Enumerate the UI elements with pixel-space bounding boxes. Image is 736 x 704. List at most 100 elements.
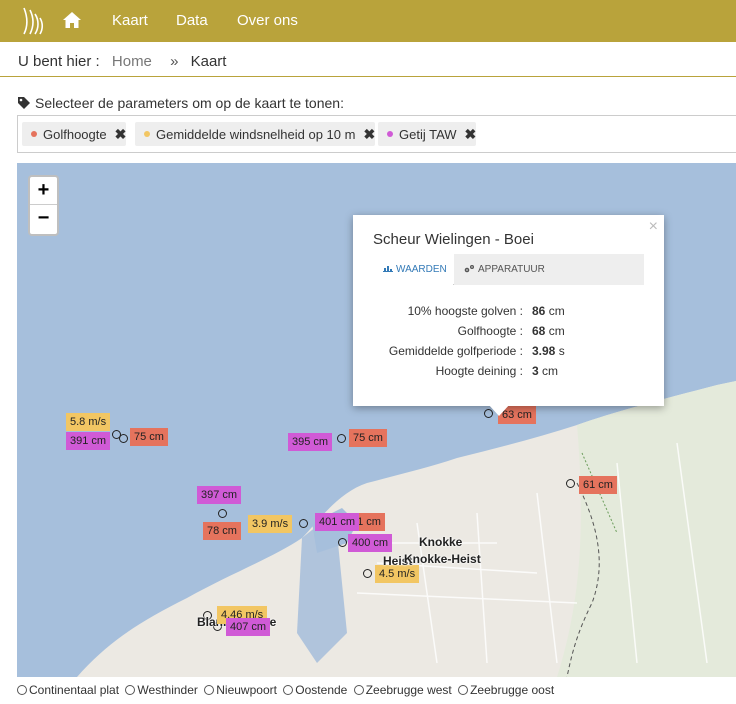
tab-label: APPARATUUR <box>478 264 545 275</box>
zoom-in-button[interactable]: + <box>30 177 57 205</box>
parameters-title: Selecteer de parameters om op de kaart t… <box>17 95 344 111</box>
chip-windsnelheid: Gemiddelde windsnelheid op 10 m ✖ <box>135 122 376 146</box>
chip-golfhoogte: Golfhoogte ✖ <box>22 122 127 146</box>
value-unit: cm <box>548 324 565 338</box>
station-marker[interactable] <box>218 509 227 518</box>
logo-icon[interactable] <box>18 4 50 38</box>
chip-color-dot <box>31 131 37 137</box>
station-radio-continentaal-plat[interactable]: Continentaal plat <box>17 683 119 697</box>
popup-tip <box>488 404 510 416</box>
station-label: Westhinder <box>137 683 198 697</box>
value-number: 68 <box>532 324 546 338</box>
radio-icon <box>353 685 364 695</box>
value-row: 10% hoogste golven : 86 cm <box>353 301 664 321</box>
breadcrumb: U bent hier : Home » Kaart <box>18 53 226 70</box>
tab-apparatuur[interactable]: APPARATUUR <box>454 254 644 285</box>
map-label-wind: 3.9 m/s <box>248 515 293 533</box>
map-label-tide: 395 cm <box>288 433 333 451</box>
nav-link-data[interactable]: Data <box>176 12 208 29</box>
tab-waarden[interactable]: WAARDEN <box>373 254 453 285</box>
chip-getij-taw: Getij TAW ✖ <box>378 122 477 146</box>
tab-label: WAARDEN <box>396 264 447 275</box>
radio-icon <box>17 685 27 695</box>
value-unit: cm <box>542 364 559 378</box>
station-label: Continentaal plat <box>29 683 120 697</box>
breadcrumb-separator: » <box>170 53 179 70</box>
nav-link-over-ons[interactable]: Over ons <box>237 12 298 29</box>
home-icon[interactable] <box>62 10 82 30</box>
bar-chart-icon <box>383 266 393 272</box>
station-label: Zeebrugge west <box>365 683 452 697</box>
map-label-wave: 75 cm <box>130 428 168 446</box>
station-radio-nieuwpoort[interactable]: Nieuwpoort <box>204 683 277 697</box>
radio-icon <box>204 685 215 695</box>
parameters-title-text: Selecteer de parameters om op de kaart t… <box>35 95 344 111</box>
zoom-control: + − <box>28 175 59 236</box>
station-radio-zeebrugge-oost[interactable]: Zeebrugge oost <box>458 683 554 697</box>
map-label-tide: 407 cm <box>226 618 271 636</box>
station-radio-zeebrugge-west[interactable]: Zeebrugge west <box>353 683 452 697</box>
map-label-wave: 75 cm <box>349 429 387 447</box>
breadcrumb-current: Kaart <box>190 53 227 70</box>
value-label: 10% hoogste golven : <box>407 304 523 318</box>
popup-values: 10% hoogste golven : 86 cm Golfhoogte : … <box>353 301 664 381</box>
breadcrumb-home-link[interactable]: Home <box>112 53 152 70</box>
value-row: Gemiddelde golfperiode : 3.98 s <box>353 341 664 361</box>
parameters-select[interactable]: Golfhoogte ✖ Gemiddelde windsnelheid op 1… <box>17 115 736 153</box>
value-label: Hoogte deining : <box>435 364 523 378</box>
value-label: Gemiddelde golfperiode : <box>388 344 523 358</box>
station-label: Zeebrugge oost <box>470 683 555 697</box>
map-label-tide: 400 cm <box>348 534 393 552</box>
value-row: Golfhoogte : 68 cm <box>353 321 664 341</box>
zoom-out-button[interactable]: − <box>30 205 57 233</box>
map-label-tide: 401 cm <box>315 513 360 531</box>
close-icon[interactable]: × <box>649 218 658 236</box>
place-label: Knokke-Heist <box>404 552 481 566</box>
radio-icon <box>283 685 294 695</box>
navbar: Kaart Data Over ons <box>0 0 736 42</box>
value-unit: s <box>558 344 565 358</box>
station-marker[interactable] <box>363 569 372 578</box>
value: 86 cm <box>532 301 565 321</box>
chip-label: Gemiddelde windsnelheid op 10 m <box>156 127 356 142</box>
tag-icon <box>18 97 30 109</box>
popup-title: Scheur Wielingen - Boei <box>373 231 534 248</box>
divider <box>0 76 736 77</box>
remove-chip-icon[interactable]: ✖ <box>363 122 375 146</box>
map-label-wave: 78 cm <box>203 522 241 540</box>
value-unit: cm <box>548 304 565 318</box>
station-label: Oostende <box>295 683 348 697</box>
map-label-wind: 5.8 m/s <box>66 413 111 431</box>
value-number: 3 <box>532 364 539 378</box>
station-marker[interactable] <box>119 434 128 443</box>
station-label: Nieuwpoort <box>216 683 277 697</box>
map[interactable]: + − 5.8 m/s 391 cm 75 cm 395 cm 75 cm 63… <box>17 163 736 677</box>
chip-label: Golfhoogte <box>43 127 107 142</box>
map-label-tide: 391 cm <box>66 432 111 450</box>
remove-chip-icon[interactable]: ✖ <box>115 122 127 146</box>
chip-color-dot <box>144 131 150 137</box>
station-radio-oostende[interactable]: Oostende <box>283 683 347 697</box>
breadcrumb-prefix: U bent hier : <box>18 53 100 70</box>
map-label-wave: 61 cm <box>579 476 617 494</box>
radio-icon <box>125 685 136 695</box>
station-radio-westhinder[interactable]: Westhinder <box>125 683 198 697</box>
radio-icon <box>458 685 469 695</box>
nav-link-kaart[interactable]: Kaart <box>112 12 148 29</box>
station-marker[interactable] <box>299 519 308 528</box>
popup-tabs: WAARDEN APPARATUUR <box>373 254 644 285</box>
value-label: Golfhoogte : <box>457 324 523 338</box>
value-number: 3.98 <box>532 344 556 358</box>
gears-icon <box>464 265 474 273</box>
value: 3.98 s <box>532 341 565 361</box>
remove-chip-icon[interactable]: ✖ <box>465 122 477 146</box>
station-marker[interactable] <box>566 479 575 488</box>
station-marker[interactable] <box>337 434 346 443</box>
value: 3 cm <box>532 361 558 381</box>
value-row: Hoogte deining : 3 cm <box>353 361 664 381</box>
station-marker[interactable] <box>338 538 347 547</box>
station-list: Continentaal plat Westhinder Nieuwpoort … <box>17 683 557 697</box>
map-label-tide: 397 cm <box>197 486 242 504</box>
value: 68 cm <box>532 321 565 341</box>
value-number: 86 <box>532 304 546 318</box>
